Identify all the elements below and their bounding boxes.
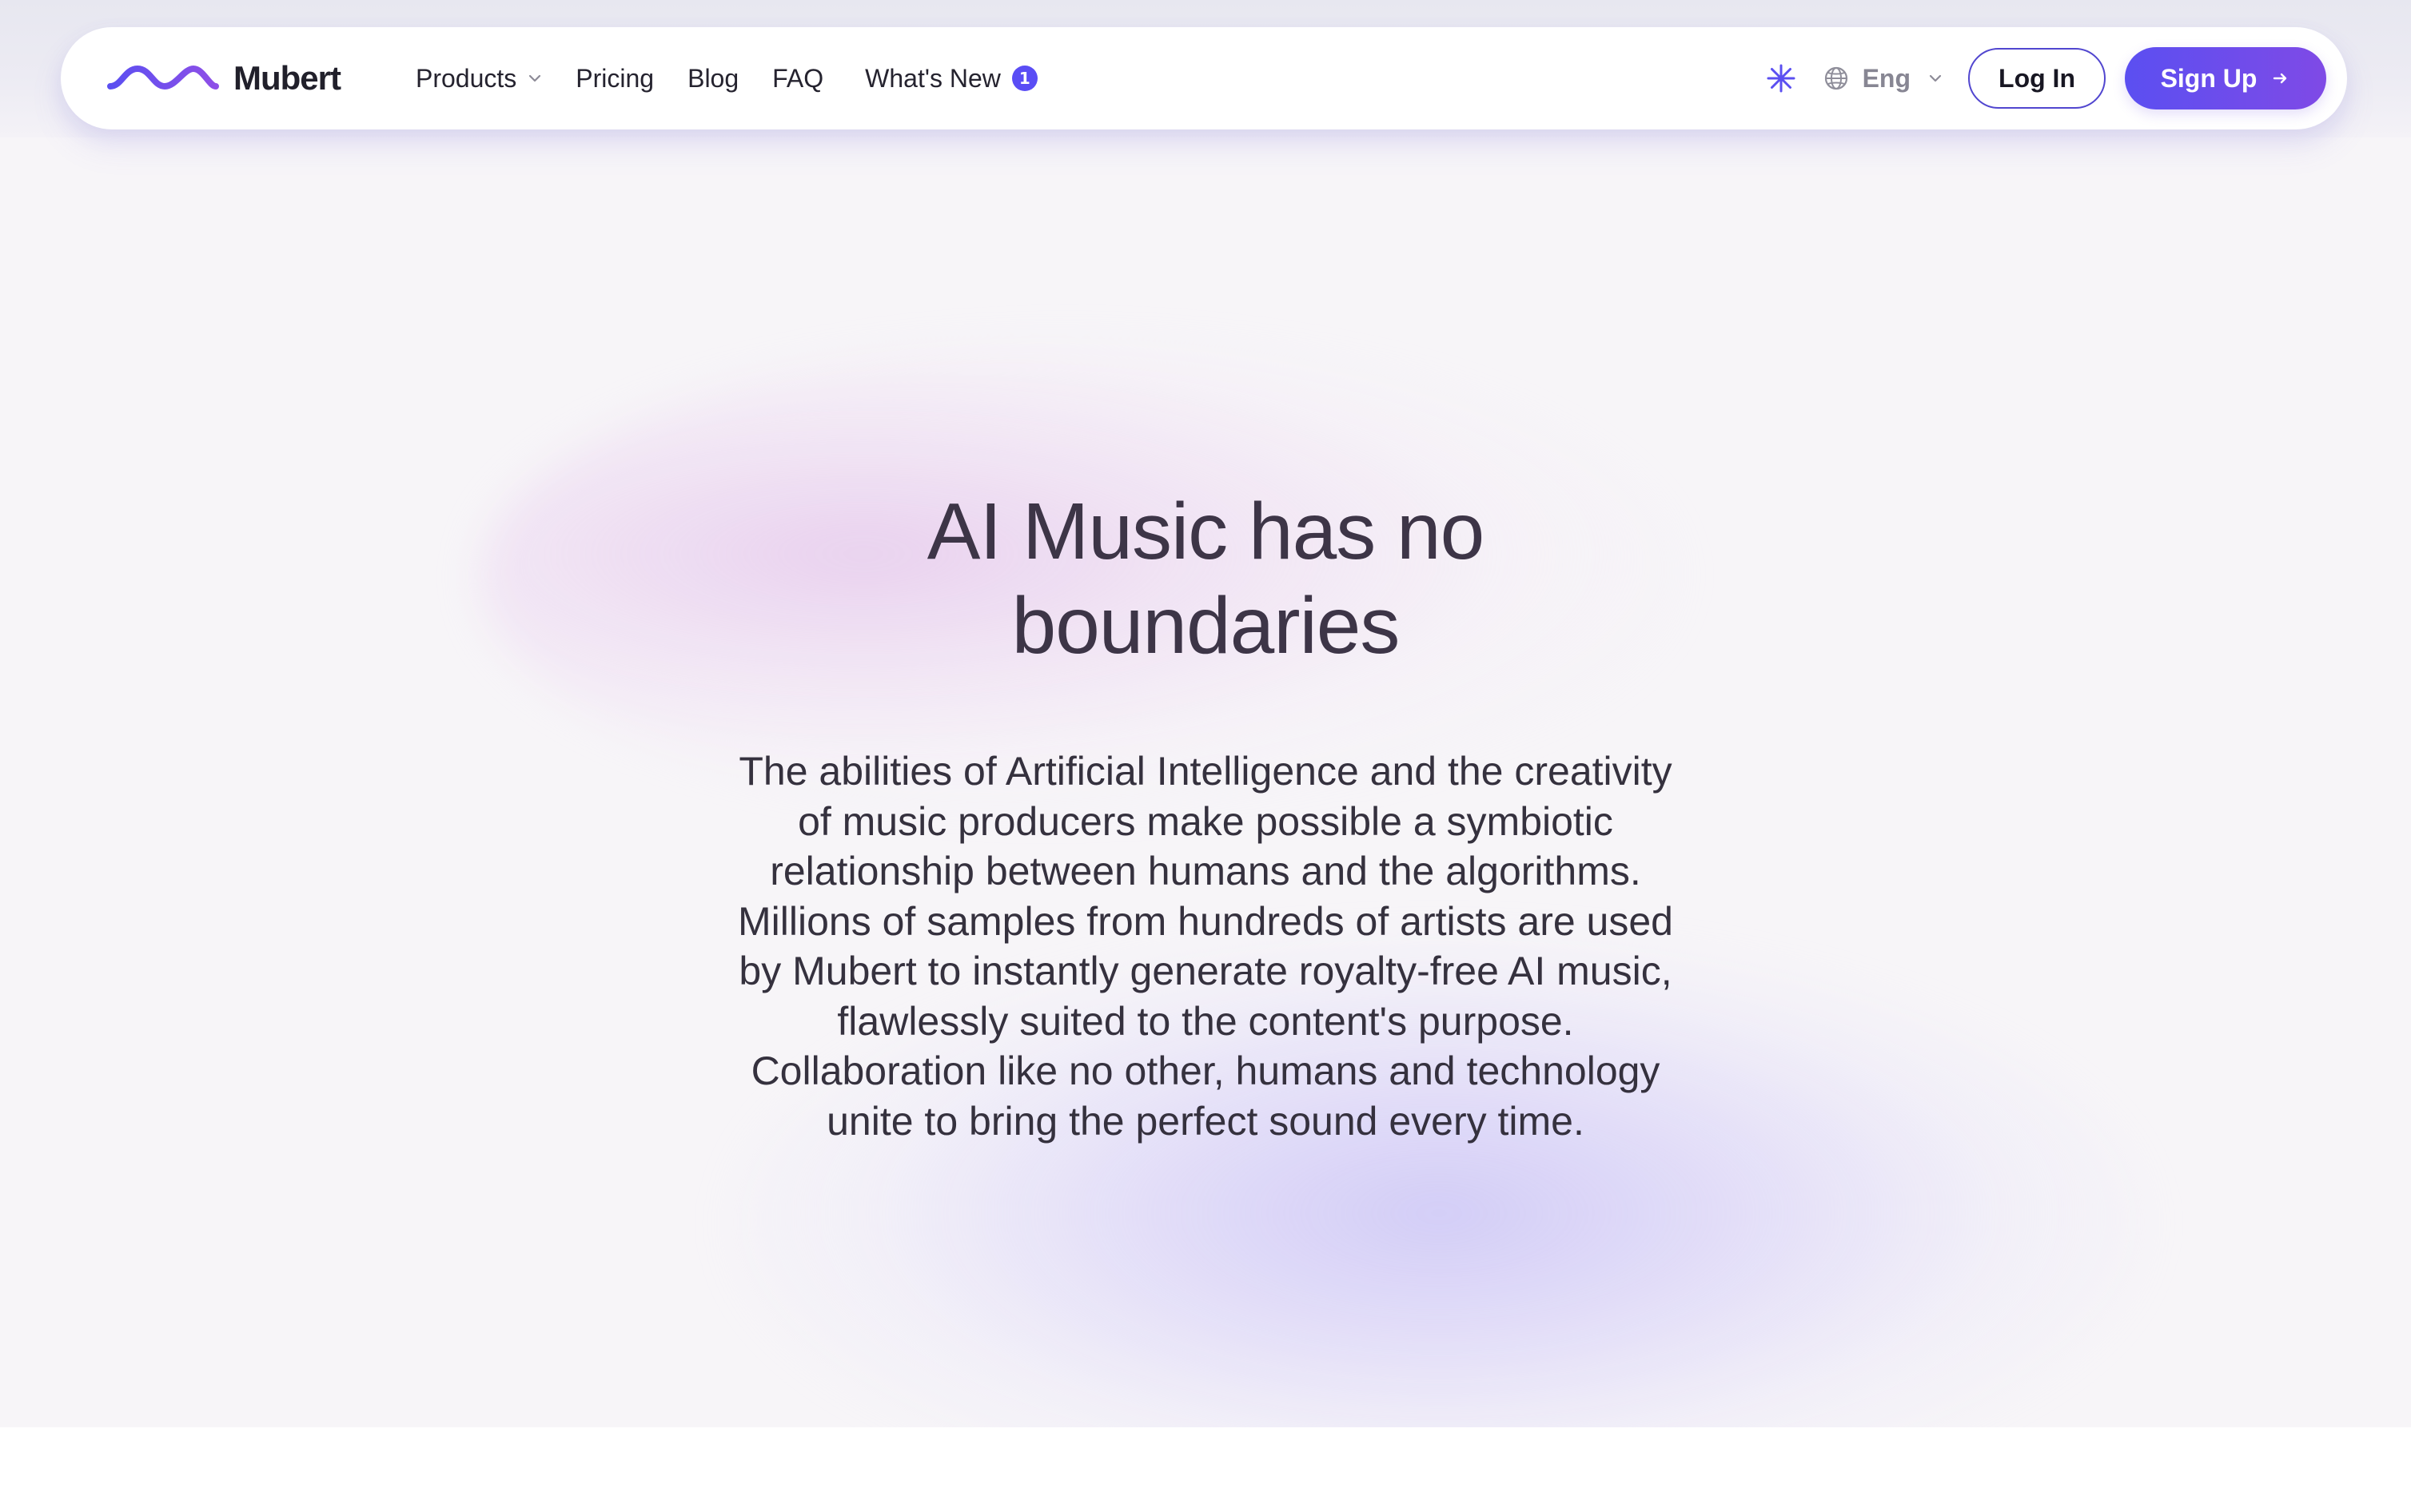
language-select[interactable]: Eng: [1823, 58, 1943, 99]
hero-title-line: boundaries: [1011, 581, 1401, 670]
brand-home-link[interactable]: Mubert: [107, 50, 341, 106]
login-button-label: Log In: [1999, 63, 2075, 93]
brand-name: Mubert: [233, 59, 341, 97]
whats-new-badge: 1: [1011, 66, 1038, 91]
hero-title-line: AI Music has no: [927, 487, 1484, 576]
hero-description-line: unite to bring the perfect sound every t…: [827, 1098, 1584, 1144]
globe-icon: [1824, 66, 1847, 90]
wave-logo-icon: [107, 66, 219, 90]
page: Mubert Products Pricing Blog FAQ What's …: [0, 0, 2411, 1512]
nav-pricing-label: Pricing: [576, 64, 655, 93]
signup-button-label: Sign Up: [2160, 63, 2258, 93]
nav-blog-link[interactable]: Blog: [687, 66, 739, 91]
nav-whats-new-link[interactable]: What's New 1: [865, 66, 1038, 91]
signup-button[interactable]: Sign Up: [2125, 47, 2326, 109]
chevron-down-icon: [1929, 74, 1942, 82]
login-button[interactable]: Log In: [1968, 48, 2106, 109]
hero-description-line: Millions of samples from hundreds of art…: [738, 898, 1673, 944]
theme-toggle-button[interactable]: [1760, 58, 1802, 99]
hero-description: The abilities of Artificial Intelligence…: [679, 746, 1732, 1146]
nav-blog-label: Blog: [687, 64, 739, 93]
nav-whats-new-label: What's New: [865, 64, 1001, 93]
nav-pricing-link[interactable]: Pricing: [576, 66, 654, 91]
hero-description-line: flawlessly suited to the content's purpo…: [837, 998, 1574, 1044]
lower-page-space: [0, 1427, 2411, 1512]
hero-description-line: by Mubert to instantly generate royalty-…: [739, 949, 1672, 993]
chevron-down-icon: [529, 74, 541, 82]
primary-nav: Products Pricing Blog FAQ What's New 1: [416, 54, 1038, 102]
hero-title: AI Music has no boundaries: [806, 484, 1605, 673]
arrow-right-icon: [2274, 73, 2287, 84]
hero-description-line: Collaboration like no other, humans and …: [751, 1048, 1660, 1093]
nav-products-label: Products: [416, 64, 517, 93]
nav-faq-label: FAQ: [772, 64, 824, 93]
nav-faq-link[interactable]: FAQ: [772, 66, 823, 91]
hero-description-line: of music producers make possible a symbi…: [798, 798, 1613, 844]
asterisk-icon: [1767, 64, 1795, 93]
language-value: Eng: [1862, 63, 1911, 93]
top-navigation: Mubert Products Pricing Blog FAQ What's …: [61, 27, 2347, 129]
hero-description-line: The abilities of Artificial Intelligence…: [739, 749, 1672, 794]
header-actions: Eng Log In Sign Up: [1760, 46, 2326, 110]
nav-products-link[interactable]: Products: [416, 66, 542, 91]
hero-description-line: relationship between humans and the algo…: [770, 849, 1641, 893]
